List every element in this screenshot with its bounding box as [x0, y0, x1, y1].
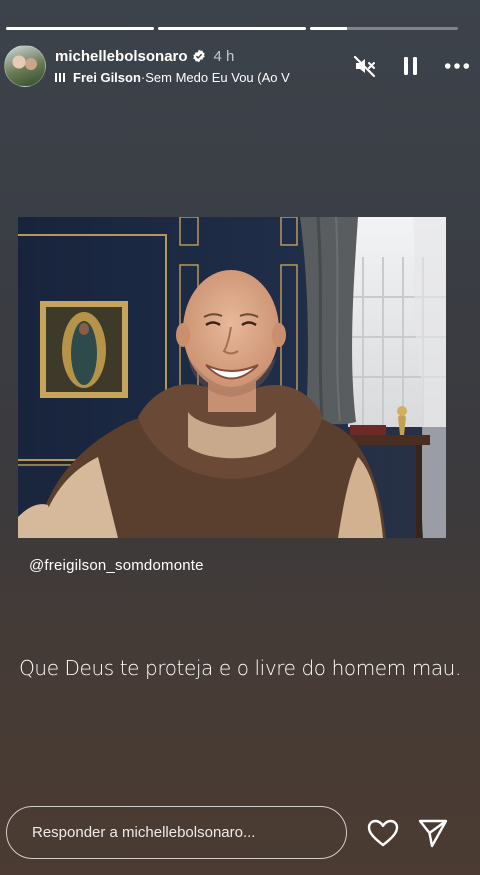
music-info[interactable]: Frei Gilson · Sem Medo Eu Vou (Ao V	[55, 67, 317, 87]
reply-placeholder: Responder a michellebolsonaro...	[32, 824, 256, 841]
send-icon[interactable]	[416, 817, 450, 849]
verified-badge-icon	[192, 49, 205, 63]
story-header: michellebolsonaro 4 h Frei Gilson · Sem …	[4, 43, 470, 89]
reply-input[interactable]: Responder a michellebolsonaro...	[6, 806, 347, 859]
story-progress	[6, 27, 458, 30]
progress-segment-1	[6, 27, 154, 30]
story-meta: michellebolsonaro 4 h Frei Gilson · Sem …	[55, 45, 346, 87]
more-options-icon[interactable]	[444, 53, 470, 79]
avatar[interactable]	[4, 45, 46, 87]
progress-segment-3	[310, 27, 458, 30]
story-controls	[352, 53, 470, 79]
volume-muted-icon[interactable]	[352, 53, 378, 79]
mention-sticker[interactable]: @freigilson_somdomonte	[29, 557, 204, 574]
pause-icon[interactable]	[398, 53, 424, 79]
story-viewer: michellebolsonaro 4 h Frei Gilson · Sem …	[0, 0, 480, 875]
music-song: Sem Medo Eu Vou (Ao V	[145, 69, 290, 85]
music-artist: Frei Gilson	[73, 69, 141, 85]
progress-segment-2	[158, 27, 306, 30]
music-bars-icon	[55, 72, 65, 82]
post-time: 4 h	[213, 47, 235, 65]
username[interactable]: michellebolsonaro	[55, 48, 188, 65]
heart-icon[interactable]	[366, 818, 400, 848]
story-photo	[18, 217, 446, 538]
story-caption: Que Deus te proteja e o livre do homem m…	[19, 656, 461, 680]
